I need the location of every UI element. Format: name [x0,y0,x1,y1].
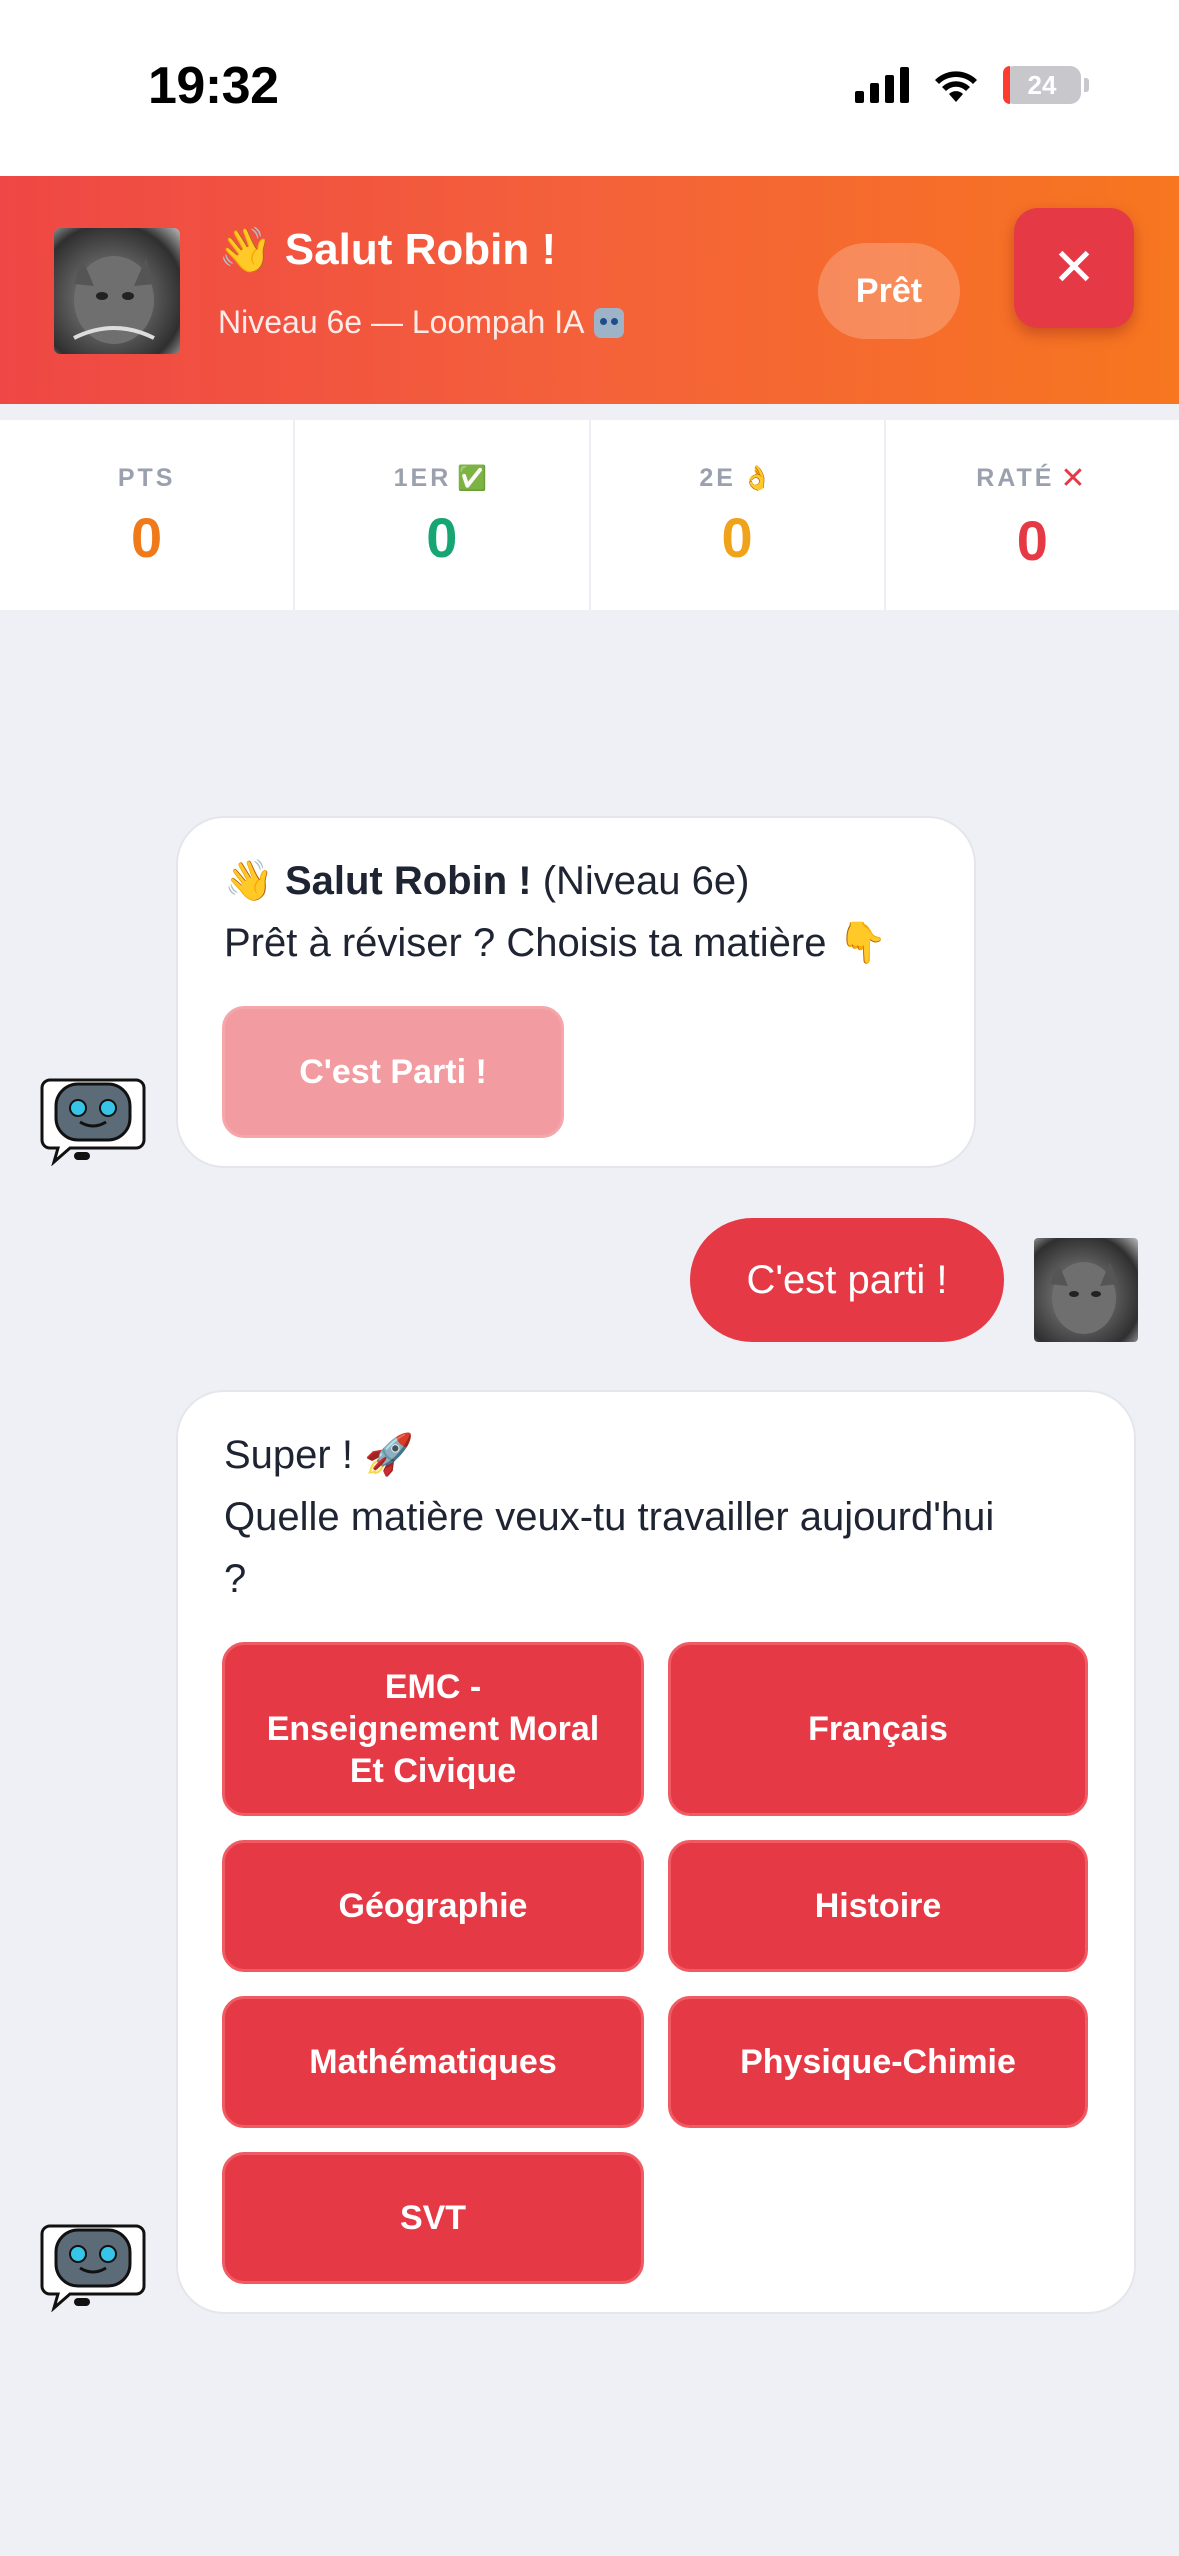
battery-level: 24 [1027,69,1057,100]
subject-button-histoire[interactable]: Histoire [668,1840,1088,1972]
prompt-text: Prêt à réviser ? Choisis ta matière [224,921,827,965]
super-text: Super ! [224,1433,353,1477]
signal-icon [855,67,909,103]
app-header: 👋 Salut Robin ! Niveau 6e — Loompah IA P… [0,176,1179,404]
wifi-icon [935,71,977,102]
level-text: (Niveau 6e) [531,859,750,903]
stat-label: RATÉ ✕ [976,462,1089,495]
pointing-down-icon: 👇 [837,921,888,965]
wave-icon: 👋 [218,226,273,275]
subject-button-mathematiques[interactable]: Mathématiques [222,1996,644,2128]
stat-first: 1ER ✅ 0 [295,420,591,610]
stat-value: 0 [1016,509,1048,572]
user-message: C'est parti ! [690,1218,1004,1342]
close-icon: ✕ [1052,239,1096,297]
profile-avatar[interactable] [54,228,180,354]
status-bar: 19:32 24 [0,0,1179,176]
bot-message: 👋 Salut Robin ! (Niveau 6e) Prêt à révis… [176,816,976,1168]
header-subtitle: Niveau 6e — Loompah IA [218,304,625,341]
message-line: Super ! 🚀 [224,1424,414,1486]
header-title: 👋 Salut Robin ! [218,224,556,276]
stat-value: 0 [131,506,163,569]
score-stats: PTS 0 1ER ✅ 0 2E 👌 0 RATÉ ✕ 0 [0,420,1179,610]
question-text: Quelle matière veux-tu travailler aujour… [224,1495,995,1539]
subject-button-francais[interactable]: Français [668,1642,1088,1816]
stat-label: 1ER ✅ [393,464,491,492]
greeting-bold: Salut Robin ! [284,859,532,903]
stat-value: 0 [426,506,458,569]
subject-button-svt[interactable]: SVT [222,2152,644,2284]
bot-message: Super ! 🚀 Quelle matière veux-tu travail… [176,1390,1136,2314]
wave-icon: 👋 [224,859,274,903]
stat-value: 0 [721,506,753,569]
status-icons: 24 [855,66,1089,104]
ok-hand-icon: 👌 [741,465,775,492]
robot-icon [594,307,625,338]
message-line: Prêt à réviser ? Choisis ta matière 👇 [224,912,887,974]
status-time: 19:32 [148,57,279,115]
bot-avatar-icon [40,2224,146,2312]
battery-icon: 24 [1003,66,1089,104]
ready-button[interactable]: Prêt [818,243,960,339]
stat-points: PTS 0 [0,420,296,610]
cat-photo [73,256,155,344]
subject-button-emc[interactable]: EMC - Enseignement Moral Et Civique [222,1642,644,1816]
close-button[interactable]: ✕ [1014,208,1134,328]
subject-button-geographie[interactable]: Géographie [222,1840,644,1972]
level-text: Niveau 6e — Loompah IA [218,304,585,340]
stat-label: PTS [117,464,176,492]
check-icon: ✅ [457,465,491,492]
rocket-icon: 🚀 [364,1433,414,1477]
greeting-text: Salut Robin ! [284,225,557,274]
bot-avatar-icon [40,1078,146,1166]
stat-second: 2E 👌 0 [591,420,886,610]
question-mark: ? [224,1557,247,1601]
cross-icon: ✕ [1060,462,1089,495]
start-button[interactable]: C'est Parti ! [222,1006,564,1138]
subject-button-physique-chimie[interactable]: Physique-Chimie [668,1996,1088,2128]
cat-photo [1050,1262,1118,1334]
message-line: 👋 Salut Robin ! (Niveau 6e) [224,850,749,912]
user-avatar [1034,1238,1138,1342]
stat-label: 2E 👌 [699,464,775,492]
stat-missed: RATÉ ✕ 0 [886,420,1179,610]
